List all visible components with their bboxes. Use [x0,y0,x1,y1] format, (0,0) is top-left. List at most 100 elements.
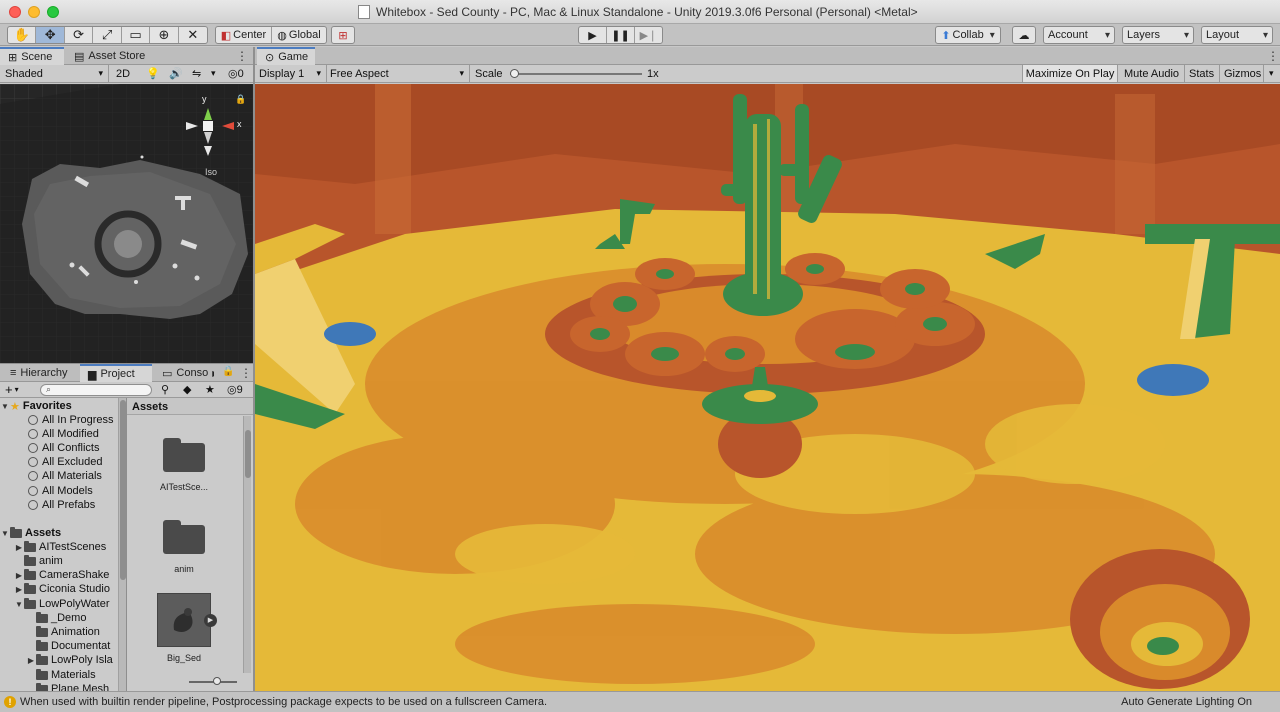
layout-dropdown[interactable]: Layout [1202,27,1272,43]
space-toggle-button[interactable]: ◍ Global [272,27,326,43]
step-icon[interactable]: ▶❘ [635,27,662,43]
transform-tools: ✋ ✥ ⟳ ⤢ ▭ ⊕ ✕ [7,26,208,44]
tab-asset-store-label: Asset Store [88,50,146,62]
auto-lighting-status[interactable]: Auto Generate Lighting On [1121,696,1252,708]
tree-scrollbar[interactable] [118,398,126,691]
tab-project[interactable]: ▆ Project [80,364,152,382]
thumbnail-size-handle[interactable] [213,677,221,685]
toggle-2d-button[interactable]: 2D [113,65,133,82]
assets-header[interactable]: ▼ Assets [0,526,120,540]
list-item[interactable]: All Conflicts [28,441,126,455]
custom-tool-icon[interactable]: ✕ [179,27,207,43]
expand-model-icon[interactable]: ▶ [204,614,217,627]
rect-tool-icon[interactable]: ▭ [122,27,151,43]
tab-console[interactable]: ▭Conso▶ [154,364,214,382]
list-item[interactable]: All Materials [28,469,126,483]
tab-scene[interactable]: ⊞ Scene [0,47,64,65]
transform-tool-icon[interactable]: ⊕ [150,27,179,43]
close-window-button[interactable] [9,6,21,18]
search-by-type-icon[interactable]: ⚲ [158,382,172,397]
list-item[interactable]: ▶ Ciconia Studio [14,582,126,596]
collab-dropdown[interactable]: ⬆ Collab [936,27,1000,43]
tab-hierarchy[interactable]: ≡ Hierarchy [2,364,76,382]
list-item[interactable]: Materials [36,668,126,682]
gizmos-toggle[interactable]: Gizmos [1221,65,1264,82]
asset-folder-item[interactable]: AITestSce... [154,434,214,492]
move-tool-icon[interactable]: ✥ [36,27,65,43]
pivot-toggle-button[interactable]: ◧ Center [216,27,272,43]
display-dropdown[interactable]: Display 1 ▾ [256,65,324,82]
account-dropdown[interactable]: Account [1044,27,1114,43]
search-by-label-icon[interactable]: ◆ [180,382,194,397]
effects-toggle-icon[interactable]: ⇋ [189,65,204,82]
cloud-icon[interactable]: ☁ [1013,27,1035,43]
tab-asset-store[interactable]: ▤ Asset Store [66,47,153,65]
maximize-on-play-toggle[interactable]: Maximize On Play [1022,65,1117,82]
search-icon [28,471,38,481]
audio-toggle-icon[interactable]: 🔊 [166,65,186,82]
chevron-down-icon[interactable]: ▾ [1266,65,1277,82]
chevron-down-icon[interactable]: ▾ [208,65,219,82]
shading-mode-dropdown[interactable]: Shaded ▾ [2,65,106,82]
list-item[interactable]: ▶ AITestScenes [14,540,126,554]
scale-slider-handle[interactable] [510,69,519,78]
folder-label: AITestScenes [39,541,107,553]
tab-console-label: Conso [176,367,209,379]
chevron-right-icon: ▶ [212,369,214,378]
thumbnail-size-slider[interactable] [189,677,237,685]
list-item[interactable]: anim [24,554,126,568]
scale-tool-icon[interactable]: ⤢ [93,27,122,43]
list-item[interactable]: All Modified [28,427,126,441]
eye-slash-icon: ◎ [228,68,238,80]
list-item[interactable]: All Excluded [28,455,126,469]
grid-snap-icon[interactable]: ⊞ [332,27,354,43]
lighting-toggle-icon[interactable]: 💡 [143,65,163,82]
play-icon[interactable]: ▶ [579,27,607,43]
list-item[interactable]: Animation [36,625,126,639]
list-item[interactable]: ▼ LowPolyWater [14,597,126,611]
aspect-dropdown[interactable]: Free Aspect ▾ [327,65,467,82]
tab-game[interactable]: ⊙ Game [257,47,315,65]
scene-menu-icon[interactable]: ⋮ [236,49,248,63]
rotate-tool-icon[interactable]: ⟳ [65,27,94,43]
projection-label[interactable]: Iso [205,167,217,177]
grid-scrollbar[interactable] [243,416,251,673]
minimize-window-button[interactable] [28,6,40,18]
hidden-packages-toggle[interactable]: ◎ 9 [224,382,246,397]
folder-label: CameraShake [39,569,110,581]
stats-toggle[interactable]: Stats [1186,65,1217,82]
hand-tool-icon[interactable]: ✋ [8,27,37,43]
list-item[interactable]: ▶ LowPoly Isla [26,653,126,667]
scene-view[interactable]: y x Iso 🔒 [0,84,253,363]
asset-folder-item[interactable]: anim [154,516,214,574]
hidden-objects-toggle[interactable]: ◎ 0 [225,65,247,82]
search-icon [28,429,38,439]
list-item[interactable]: All Prefabs [28,498,126,512]
game-menu-icon[interactable]: ⋮ [1267,49,1279,63]
project-search-input[interactable]: ⌕ [40,384,152,396]
lock-icon[interactable]: 🔒 [222,366,234,377]
layers-dropdown[interactable]: Layers [1123,27,1193,43]
lock-icon[interactable]: 🔒 [235,94,246,105]
scale-slider[interactable] [510,69,642,78]
create-add-icon[interactable]: + ▾ [2,382,22,397]
asset-model-item[interactable]: ▶ Big_Sed [154,593,217,663]
favorites-header[interactable]: ▼ ★ Favorites [0,399,120,413]
pause-icon[interactable]: ❚❚ [607,27,635,43]
game-view[interactable] [255,84,1280,691]
favorite-star-icon[interactable]: ★ [202,382,218,397]
project-menu-icon[interactable]: ⋮ [240,366,252,380]
list-item[interactable]: All In Progress [28,413,126,427]
maximize-window-button[interactable] [47,6,59,18]
mute-audio-toggle[interactable]: Mute Audio [1121,65,1182,82]
breadcrumb-assets[interactable]: Assets [132,401,168,413]
grid-scrollbar-thumb[interactable] [245,430,251,478]
play-controls: ▶ ❚❚ ▶❘ [578,26,663,44]
list-item[interactable]: Plane Mesh [36,682,126,691]
status-message[interactable]: When used with builtin render pipeline, … [20,696,547,708]
list-item[interactable]: ▶ CameraShake [14,568,126,582]
pivot-icon: ◧ [220,29,232,42]
list-item[interactable]: All Models [28,484,126,498]
list-item[interactable]: Documentat [36,639,126,653]
list-item[interactable]: _Demo [36,611,126,625]
